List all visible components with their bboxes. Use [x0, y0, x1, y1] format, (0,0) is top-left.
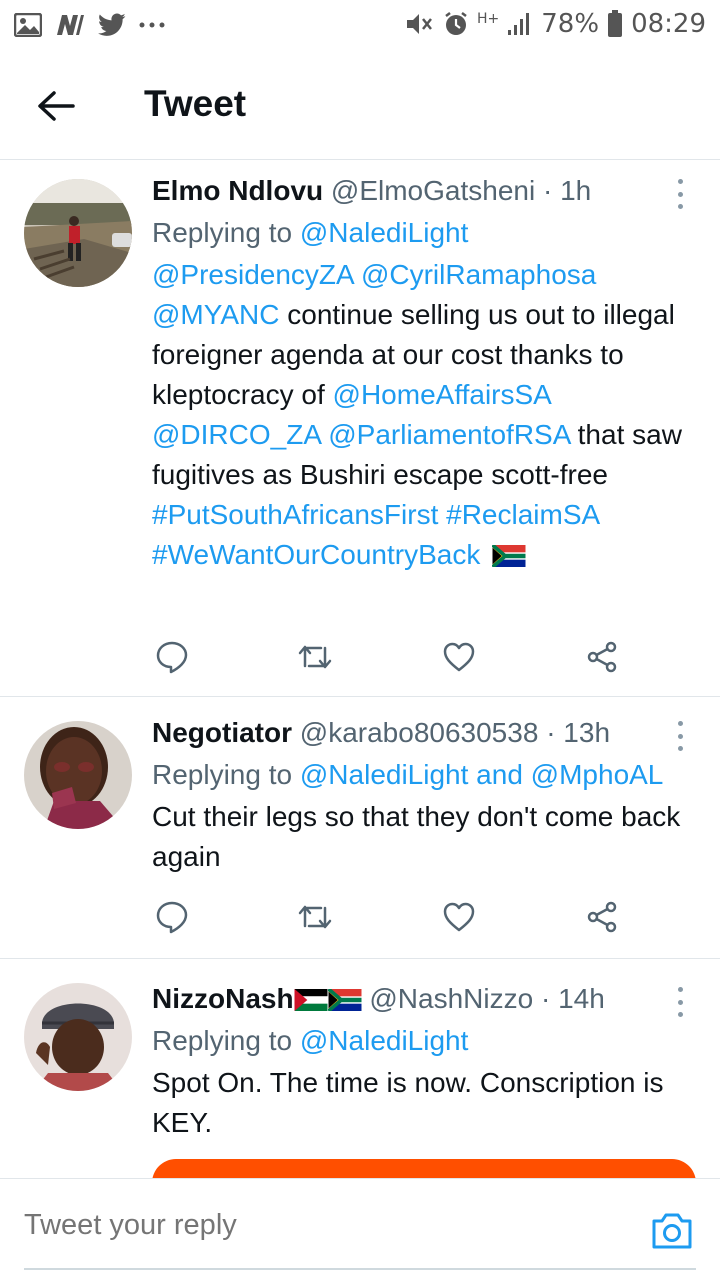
alarm-icon: [445, 12, 467, 35]
like-button[interactable]: [439, 897, 479, 937]
display-name[interactable]: NizzoNash: [152, 983, 294, 1014]
user-handle[interactable]: @NashNizzo: [369, 983, 533, 1014]
tweet-actions: [152, 637, 622, 677]
status-bar: H+ 78% 08:29: [0, 0, 720, 50]
hashtag-links[interactable]: #PutSouthAfricansFirst #ReclaimSA #WeWan…: [152, 499, 599, 570]
tweet-time: 13h: [563, 717, 611, 748]
south-africa-flag-emoji: [492, 545, 526, 567]
replying-to-link[interactable]: @NalediLight and @MphoAL: [300, 759, 664, 790]
tweet-media[interactable]: [152, 1159, 696, 1178]
tweet-actions: [152, 897, 622, 937]
tweet-time: 1h: [560, 175, 592, 206]
reply-button[interactable]: [152, 637, 192, 677]
retweet-button[interactable]: [295, 897, 335, 937]
input-underline: [24, 1268, 696, 1270]
reply-icon: [156, 641, 188, 674]
south-africa-flag-emoji: [327, 989, 362, 1011]
tweet-text: Spot On. The time is now. Conscription i…: [152, 1067, 664, 1138]
reply-input[interactable]: [24, 1209, 604, 1242]
reply-button[interactable]: [152, 897, 192, 937]
heart-icon: [443, 642, 474, 672]
notification-icons: [14, 10, 166, 40]
camera-icon: [652, 1213, 692, 1249]
battery-percent: 78%: [541, 9, 600, 39]
page-title: Tweet: [144, 83, 247, 124]
back-arrow-icon: [38, 91, 75, 121]
share-button[interactable]: [582, 897, 622, 937]
network-type: H+: [477, 11, 500, 27]
tweet-text: @PresidencyZA @CyrilRamaphosa @MYANC con…: [152, 255, 692, 575]
share-icon: [587, 901, 617, 933]
more-dots-icon: [139, 22, 165, 28]
clock: 08:29: [631, 9, 706, 39]
replying-prefix: Replying to: [152, 759, 293, 790]
tweet-time: 14h: [558, 983, 605, 1014]
share-icon: [587, 641, 617, 673]
retweet-button[interactable]: [295, 637, 335, 677]
like-button[interactable]: [439, 637, 479, 677]
replying-to: Replying to @NalediLight: [152, 215, 692, 251]
retweet-icon: [299, 905, 332, 929]
display-name[interactable]: Elmo Ndlovu: [152, 175, 323, 206]
tweet-item[interactable]: Negotiator @karabo80630538 · 13h Replyin…: [0, 697, 720, 959]
top-app-bar: Tweet: [0, 50, 720, 160]
camera-button[interactable]: [650, 1211, 694, 1251]
retweet-icon: [299, 645, 332, 669]
display-name[interactable]: Negotiator: [152, 717, 292, 748]
tweet-item[interactable]: Elmo Ndlovu @ElmoGatsheni · 1h Replying …: [0, 161, 720, 697]
avatar[interactable]: [24, 179, 132, 287]
replying-to-link[interactable]: @NalediLight: [300, 217, 469, 248]
mute-vibrate-icon: [407, 14, 432, 34]
user-handle[interactable]: @ElmoGatsheni: [331, 175, 535, 206]
reply-icon: [156, 901, 188, 934]
tweet-item[interactable]: NizzoNash @NashNizzo · 14h Replying to @…: [0, 959, 720, 1178]
separator: ·: [542, 175, 553, 206]
news-icon: [57, 15, 84, 35]
separator: ·: [540, 983, 551, 1014]
share-button[interactable]: [582, 637, 622, 677]
signal-icon: [508, 13, 530, 35]
twitter-icon: [98, 13, 126, 36]
system-indicators: H+ 78% 08:29: [405, 8, 706, 40]
avatar[interactable]: [24, 721, 132, 829]
replying-to-link[interactable]: @NalediLight: [300, 1025, 469, 1056]
replying-to: Replying to @NalediLight and @MphoAL: [152, 757, 692, 793]
replying-prefix: Replying to: [152, 1025, 293, 1056]
user-handle[interactable]: @karabo80630538: [300, 717, 539, 748]
palestine-flag-emoji: [294, 989, 328, 1011]
tweet-header: Negotiator @karabo80630538 · 13h: [152, 715, 692, 751]
reply-composer: [0, 1178, 720, 1280]
replying-prefix: Replying to: [152, 217, 293, 248]
separator: ·: [546, 717, 556, 748]
replying-to: Replying to @NalediLight: [152, 1023, 692, 1059]
back-button[interactable]: [30, 80, 82, 132]
heart-icon: [443, 902, 474, 932]
gallery-icon: [14, 13, 42, 37]
avatar[interactable]: [24, 983, 132, 1091]
tweet-header: Elmo Ndlovu @ElmoGatsheni · 1h: [152, 173, 692, 209]
tweet-header: NizzoNash @NashNizzo · 14h: [152, 981, 692, 1017]
battery-icon: [608, 10, 623, 37]
tweet-text: Cut their legs so that they don't come b…: [152, 801, 681, 872]
